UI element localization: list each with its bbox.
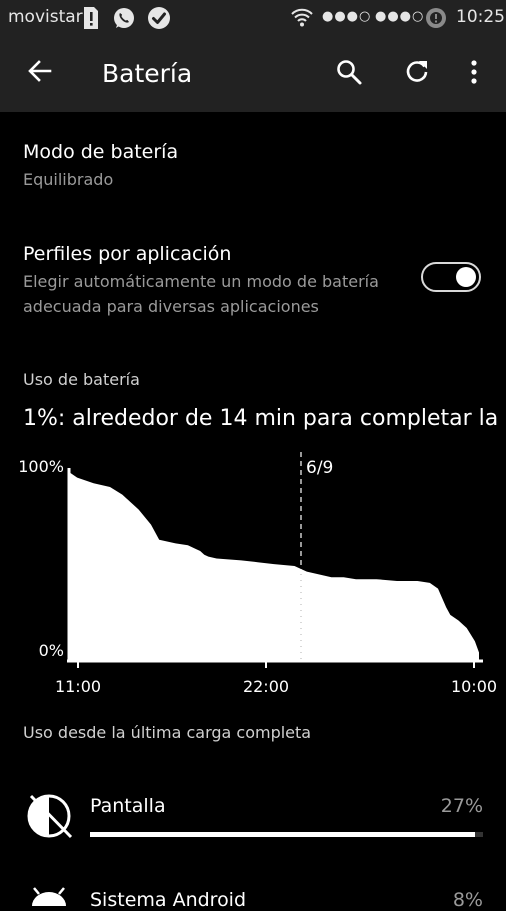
battery-usage-label: Uso de batería — [23, 370, 140, 389]
x-tick-label: 22:00 — [243, 677, 289, 696]
check-circle-icon — [148, 7, 170, 29]
android-icon — [32, 887, 66, 906]
toggle-knob — [456, 267, 476, 287]
day-marker-label: 6/9 — [306, 458, 333, 478]
screen-brightness-icon — [27, 794, 73, 839]
usage-item-name: Pantalla — [90, 795, 166, 817]
signal-strength-2: ●●●○ — [375, 9, 425, 24]
y-tick-label: 0% — [39, 641, 64, 660]
app-profiles-title: Perfiles por aplicación — [23, 243, 232, 265]
status-time: 10:25 — [456, 7, 505, 27]
battery-area-series — [69, 472, 479, 660]
usage-item-name-partial: Sistema Android — [90, 889, 247, 911]
back-arrow-icon[interactable] — [27, 58, 53, 84]
usage-item-percent: 27% — [440, 795, 483, 817]
app-bar: Batería — [0, 36, 506, 112]
y-tick-label: 100% — [18, 457, 64, 476]
app-profiles-description-line1: Elegir automáticamente un modo de baterí… — [23, 272, 379, 291]
more-options-icon[interactable] — [464, 58, 484, 86]
alert-circle-icon — [426, 8, 446, 28]
usage-item-percent-partial: 8% — [452, 889, 483, 911]
sim-alert-icon — [84, 7, 98, 29]
whatsapp-icon — [114, 8, 134, 28]
x-tick-label: 10:00 — [451, 677, 497, 696]
usage-progress-track — [90, 832, 483, 837]
usage-since-charge-label: Uso desde la última carga completa — [23, 723, 312, 742]
app-profiles-description-line2: adecuada para diversas aplicaciones — [23, 297, 319, 316]
battery-mode-title: Modo de batería — [23, 141, 179, 163]
battery-usage-chart: 6/9 100% 0% 11:00 22:00 10:00 — [18, 452, 497, 696]
carrier-name: movistar — [8, 7, 83, 27]
battery-charge-status: 1%: alrededor de 14 min para completar l… — [23, 406, 506, 431]
signal-strength-1: ●●●○ — [322, 9, 372, 24]
battery-mode-value: Equilibrado — [23, 170, 114, 189]
refresh-icon[interactable] — [403, 58, 431, 86]
search-icon[interactable] — [335, 58, 363, 86]
x-tick-label: 11:00 — [55, 677, 101, 696]
app-profiles-toggle[interactable] — [421, 262, 481, 292]
status-bar: movistar ●●●○ ●●●○ 10:25 — [0, 0, 506, 36]
page-title: Batería — [102, 59, 193, 88]
usage-progress-fill — [90, 832, 476, 837]
wifi-icon — [291, 8, 313, 27]
